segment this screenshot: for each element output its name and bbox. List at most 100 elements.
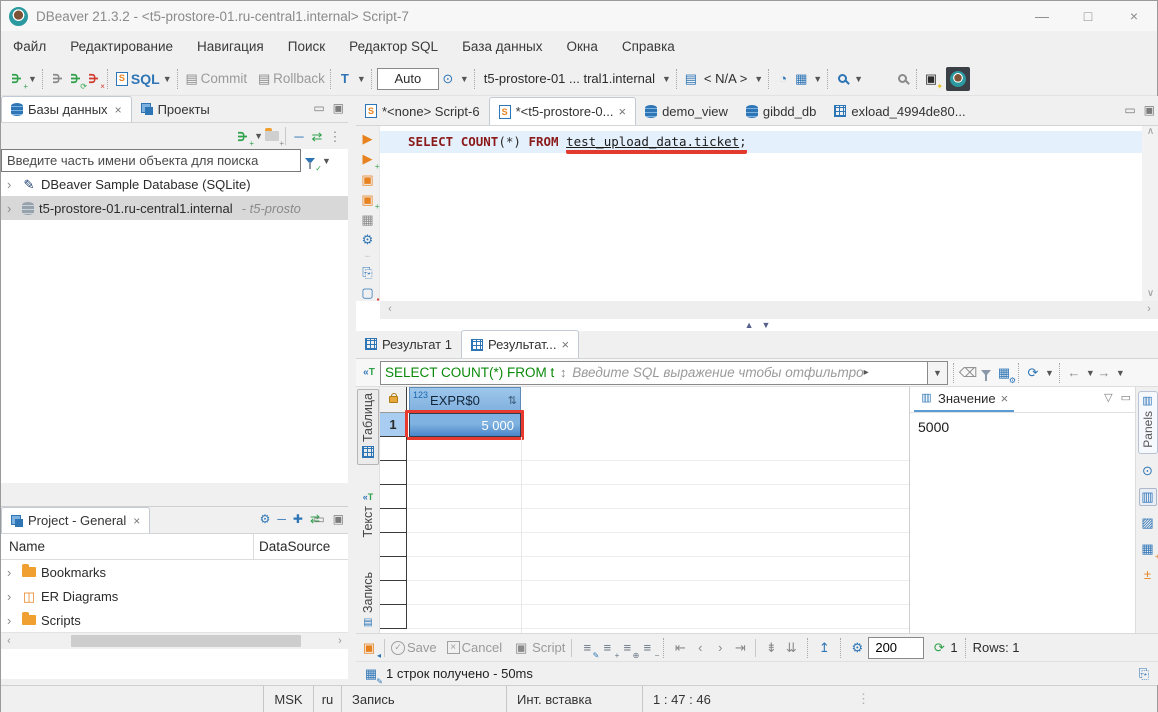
menu-sql-editor[interactable]: Редактор SQL bbox=[349, 39, 438, 54]
last-row-icon[interactable]: ⇥ bbox=[731, 639, 749, 657]
transaction-mode-icon[interactable]: T bbox=[336, 70, 354, 88]
value-viewer-toggle-icon[interactable]: ▥ bbox=[1139, 488, 1157, 506]
scroll-right-icon[interactable]: › bbox=[1141, 301, 1157, 317]
panel-minimize-icon[interactable]: ▭ bbox=[313, 512, 324, 526]
network-dropdown-icon[interactable]: ▼ bbox=[813, 74, 822, 84]
panel-minimize-icon[interactable]: ▭ bbox=[313, 101, 324, 115]
scroll-left-icon[interactable]: ‹ bbox=[1, 633, 17, 649]
new-connection-dropdown-icon[interactable]: ▼ bbox=[28, 74, 37, 84]
project-settings-gear-icon[interactable]: ⚙ bbox=[260, 512, 271, 526]
collapse-all-icon[interactable]: ─ bbox=[277, 512, 286, 526]
execute-script-icon[interactable]: ▣ bbox=[359, 171, 377, 188]
script-button[interactable]: Script bbox=[532, 640, 565, 655]
collapse-all-icon[interactable]: ─ bbox=[290, 127, 308, 145]
tab-result-2-active[interactable]: Результат... × bbox=[461, 330, 579, 358]
caret-position-label[interactable]: 1 : 47 : 46 bbox=[642, 686, 767, 712]
sql-table-name[interactable]: test_upload_data.ticket bbox=[566, 134, 739, 149]
auto-refresh-icon[interactable]: ⟳ bbox=[930, 639, 948, 657]
expander-icon[interactable]: › bbox=[7, 565, 17, 580]
tab-close-icon[interactable]: × bbox=[618, 104, 626, 119]
tab-close-icon[interactable]: × bbox=[562, 337, 570, 352]
refresh-results-icon[interactable]: ⟳ bbox=[1024, 364, 1042, 382]
duplicate-row-icon[interactable]: ≡⊕ bbox=[618, 639, 636, 657]
active-database-combo[interactable]: < N/A > bbox=[704, 71, 747, 86]
tab-project-general[interactable]: Project - General × bbox=[1, 507, 150, 533]
row-mode-label[interactable]: Запись bbox=[341, 686, 506, 712]
tab-script-7-active[interactable]: *<t5-prostore-0... × bbox=[489, 97, 637, 125]
commit-mode-combo[interactable]: Auto bbox=[377, 68, 439, 90]
active-connection-combo[interactable]: t5-prostore-01 ... tral1.internal bbox=[484, 71, 655, 86]
column-datasource[interactable]: DataSource bbox=[259, 539, 330, 554]
project-hscrollbar[interactable]: ‹ › bbox=[1, 632, 348, 649]
new-folder-icon[interactable]: + bbox=[263, 127, 281, 145]
explain-plan-icon[interactable]: ▦ bbox=[359, 211, 377, 228]
grid-settings-icon[interactable]: ▦⚙ bbox=[995, 364, 1013, 382]
nav-forward-icon[interactable]: → bbox=[1095, 364, 1113, 382]
new-connection-small-dropdown-icon[interactable]: ▼ bbox=[254, 131, 263, 141]
tree-item-er-diagrams[interactable]: › ◫ ER Diagrams bbox=[1, 584, 348, 608]
menu-help[interactable]: Справка bbox=[622, 39, 675, 54]
execute-script-new-tab-icon[interactable]: ▣+ bbox=[359, 191, 377, 208]
sql-editor-icon[interactable] bbox=[113, 70, 131, 88]
panels-button[interactable]: ▥ Panels bbox=[1138, 391, 1158, 454]
tab-databases[interactable]: Базы данных × bbox=[1, 96, 132, 122]
transaction-mode-dropdown-icon[interactable]: ▼ bbox=[357, 74, 366, 84]
scroll-left-icon[interactable]: ‹ bbox=[382, 301, 398, 317]
filters-menu-icon[interactable] bbox=[977, 364, 995, 382]
editor-hscrollbar[interactable]: ‹ › bbox=[380, 301, 1158, 319]
fetch-size-input[interactable] bbox=[868, 637, 924, 659]
grid-corner-cell[interactable] bbox=[380, 387, 407, 413]
menu-file[interactable]: Файл bbox=[13, 39, 46, 54]
expander-icon[interactable]: › bbox=[7, 589, 17, 604]
timezone-label[interactable]: MSK bbox=[263, 686, 313, 712]
expander-icon[interactable]: › bbox=[7, 613, 17, 628]
previous-row-icon[interactable]: ‹ bbox=[691, 639, 709, 657]
view-menu-icon[interactable]: ⋮ bbox=[326, 127, 344, 145]
sash-down-icon[interactable]: ▼ bbox=[762, 320, 771, 330]
tab-value-close-icon[interactable]: × bbox=[1001, 391, 1009, 406]
open-perspective-icon[interactable]: ▣✦ bbox=[922, 70, 940, 88]
sash-up-icon[interactable]: ▲ bbox=[745, 320, 754, 330]
insert-mode-label[interactable]: Инт. вставка bbox=[506, 686, 642, 712]
minimize-button[interactable]: — bbox=[1019, 1, 1065, 31]
results-settings-gear-icon[interactable]: ⚙ bbox=[848, 639, 866, 657]
menu-database[interactable]: База данных bbox=[462, 39, 542, 54]
result-cell-selected[interactable]: 5 000 bbox=[409, 413, 521, 437]
tree-item-t5-prostore[interactable]: › t5-prostore-01.ru-central1.internal - … bbox=[1, 196, 348, 220]
menu-edit[interactable]: Редактирование bbox=[70, 39, 173, 54]
expander-icon[interactable]: › bbox=[7, 177, 17, 192]
network-icon[interactable]: ▦ bbox=[792, 70, 810, 88]
column-header-expr0[interactable]: 123 EXPR$0 ⇅ bbox=[409, 387, 521, 413]
editor-vscrollbar[interactable]: ∧ ∨ bbox=[1142, 126, 1158, 301]
references-panel-icon[interactable]: ▦+ bbox=[1139, 540, 1157, 558]
expand-filter-icon[interactable]: ↕ bbox=[554, 364, 572, 382]
execute-statement-icon[interactable]: ▶ bbox=[359, 130, 377, 147]
grouping-panel-icon[interactable]: ⊙ bbox=[1139, 462, 1157, 480]
connect-icon[interactable]: Ψ bbox=[48, 70, 66, 88]
presentation-tab-record[interactable]: Запись ▤ bbox=[357, 572, 379, 632]
expand-all-icon[interactable]: ✚ bbox=[293, 512, 303, 526]
delete-row-icon[interactable]: ≡− bbox=[638, 639, 656, 657]
switch-presentation-icon[interactable]: ⎘ bbox=[1135, 665, 1153, 683]
editor-minimize-icon[interactable]: ▭ bbox=[1124, 103, 1135, 117]
tab-databases-close-icon[interactable]: × bbox=[115, 103, 122, 117]
calc-panel-icon[interactable]: ± bbox=[1139, 566, 1157, 584]
database-dropdown-icon[interactable]: ▼ bbox=[754, 74, 763, 84]
tree-item-scripts[interactable]: › Scripts bbox=[1, 608, 348, 632]
search-small-icon[interactable] bbox=[833, 70, 851, 88]
sql-statement[interactable]: SELECT COUNT(*) FROM test_upload_data.ti… bbox=[408, 134, 747, 149]
menu-window[interactable]: Окна bbox=[566, 39, 597, 54]
expander-icon[interactable]: › bbox=[7, 201, 17, 216]
cancel-button[interactable]: Cancel bbox=[462, 640, 502, 655]
row-number-cell[interactable]: 1 bbox=[380, 413, 407, 437]
fetch-next-page-icon[interactable]: ⇟ bbox=[762, 639, 780, 657]
tree-item-bookmarks[interactable]: › Bookmarks bbox=[1, 560, 348, 584]
connection-dropdown-icon[interactable]: ▼ bbox=[662, 74, 671, 84]
presentation-tab-text[interactable]: «T Текст bbox=[357, 492, 379, 552]
filter-more-icon[interactable]: ▸ bbox=[864, 367, 869, 378]
new-connection-small-icon[interactable]: Ψ+ bbox=[233, 127, 251, 145]
disconnect-icon[interactable]: Ψ× bbox=[84, 70, 102, 88]
filter-input[interactable]: SELECT COUNT(*) FROM t ↕ Введите SQL выр… bbox=[380, 361, 928, 385]
locale-label[interactable]: ru bbox=[313, 686, 341, 712]
tree-item-sample-db[interactable]: › ✎ DBeaver Sample Database (SQLite) bbox=[1, 172, 348, 196]
